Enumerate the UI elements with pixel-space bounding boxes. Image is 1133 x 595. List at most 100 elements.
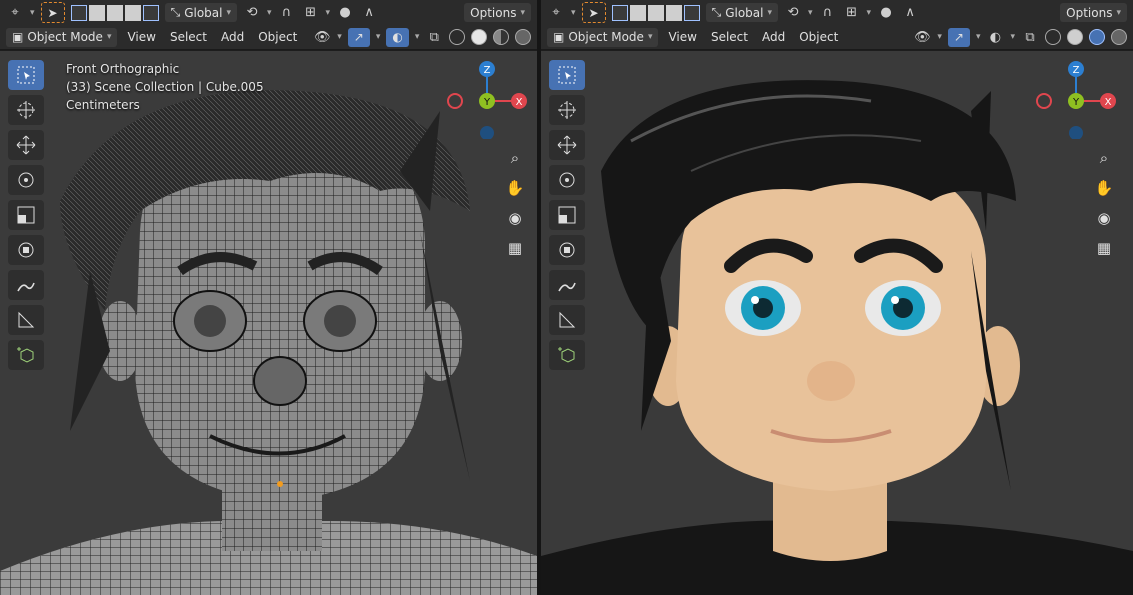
select-subtract-icon[interactable] [106, 4, 123, 21]
select-intersect-icon[interactable] [683, 4, 700, 21]
options-dropdown[interactable]: Options ▾ [1060, 3, 1127, 22]
transform-orientation-dropdown[interactable]: ⤡ Global ▾ [705, 3, 779, 22]
move-icon [16, 135, 36, 155]
options-dropdown[interactable]: Options ▾ [464, 3, 531, 22]
axis-neg-x-icon [447, 93, 463, 109]
gizmo-toggle-icon[interactable]: ↗ [347, 27, 370, 47]
shading-rendered-icon[interactable] [1111, 29, 1127, 45]
camera-icon[interactable]: ◉ [1093, 207, 1115, 229]
svg-text:Z: Z [1073, 65, 1080, 76]
orientation-icon: ⤡ [170, 5, 181, 19]
tool-add-cube[interactable] [549, 340, 585, 370]
shading-material-icon[interactable] [493, 29, 510, 45]
select-extend-icon[interactable] [88, 4, 105, 21]
viewport-header-top: ⌖ ▾ ➤ ⤡ Global ▾ ⟲ ▾ ∩ ⊞ ▾ ● ∧ Options ▾ [541, 0, 1133, 25]
select-new-icon[interactable] [611, 4, 628, 21]
viewport-3d-left[interactable]: Front Orthographic (33) Scene Collection… [0, 51, 537, 595]
falloff-icon[interactable]: ∧ [901, 4, 919, 22]
tool-rotate[interactable] [8, 165, 44, 195]
snap-icon[interactable]: ∩ [819, 4, 837, 22]
tool-scale[interactable] [549, 200, 585, 230]
menu-add[interactable]: Add [217, 30, 248, 44]
selection-mode-group[interactable] [611, 4, 700, 21]
tool-rotate[interactable] [549, 165, 585, 195]
overlay-toggle-icon[interactable]: ◐ [986, 28, 1004, 46]
navigation-gizmo[interactable]: Z X Y [442, 59, 532, 139]
menu-select[interactable]: Select [707, 30, 752, 44]
snap-increment-icon[interactable]: ⊞ [302, 4, 320, 22]
xray-icon[interactable]: ⧉ [425, 28, 443, 46]
svg-text:X: X [1105, 97, 1112, 108]
falloff-icon[interactable]: ∧ [360, 4, 378, 22]
select-extend-icon[interactable] [629, 4, 646, 21]
axis-neg-z-icon [480, 126, 494, 139]
tool-transform[interactable] [549, 235, 585, 265]
editor-type-icon[interactable]: ⌖ [6, 4, 24, 22]
select-new-icon[interactable] [70, 4, 87, 21]
navigation-gizmo[interactable]: Z X Y [1031, 59, 1121, 139]
viewport-3d-right[interactable]: Z X Y ⌕ ✋ ◉ ▦ [541, 51, 1133, 595]
transform-orientation-dropdown[interactable]: ⤡ Global ▾ [164, 3, 238, 22]
shading-rendered-icon[interactable] [515, 29, 532, 45]
tool-move[interactable] [549, 130, 585, 160]
tool-add-cube[interactable] [8, 340, 44, 370]
camera-icon[interactable]: ◉ [504, 207, 526, 229]
tool-cursor[interactable] [8, 95, 44, 125]
tool-transform[interactable] [8, 235, 44, 265]
menu-view[interactable]: View [664, 30, 700, 44]
visibility-icon[interactable]: 👁 [913, 28, 931, 46]
scale-icon [17, 206, 35, 224]
select-invert-icon[interactable] [665, 4, 682, 21]
proportional-edit-icon[interactable]: ● [877, 4, 895, 22]
zoom-icon[interactable]: ⌕ [1093, 147, 1115, 169]
select-box-icon [17, 66, 35, 84]
snap-icon[interactable]: ∩ [278, 4, 296, 22]
shading-material-icon[interactable] [1089, 29, 1105, 45]
overlay-toggle-icon[interactable]: ◐ [386, 27, 409, 47]
selection-mode-group[interactable] [70, 4, 159, 21]
shading-solid-icon[interactable] [471, 29, 488, 45]
tool-select-box[interactable] [549, 60, 585, 90]
select-intersect-icon[interactable] [142, 4, 159, 21]
visibility-icon[interactable]: 👁 [313, 28, 331, 46]
annotate-icon [17, 282, 35, 292]
menu-add[interactable]: Add [758, 30, 789, 44]
shading-solid-icon[interactable] [1067, 29, 1083, 45]
viewport-info-overlay: Front Orthographic (33) Scene Collection… [66, 60, 264, 114]
menu-object[interactable]: Object [254, 30, 301, 44]
grid-icon[interactable]: ▦ [1093, 237, 1115, 259]
menu-object[interactable]: Object [795, 30, 842, 44]
menu-select[interactable]: Select [166, 30, 211, 44]
shading-wireframe-icon[interactable] [449, 29, 466, 45]
mode-dropdown[interactable]: ▣ Object Mode ▾ [6, 27, 118, 47]
tool-scale[interactable] [8, 200, 44, 230]
gizmo-toggle-icon[interactable]: ↗ [947, 27, 970, 47]
pivot-icon[interactable]: ⟲ [784, 4, 802, 22]
menu-view[interactable]: View [123, 30, 159, 44]
tool-move[interactable] [8, 130, 44, 160]
measure-icon [18, 311, 35, 328]
svg-text:X: X [516, 97, 523, 108]
add-cube-icon [558, 347, 575, 363]
tool-annotate[interactable] [8, 270, 44, 300]
pan-hand-icon[interactable]: ✋ [1093, 177, 1115, 199]
tool-measure[interactable] [8, 305, 44, 335]
grid-icon[interactable]: ▦ [504, 237, 526, 259]
tool-select-box[interactable] [8, 60, 44, 90]
proportional-edit-icon[interactable]: ● [336, 4, 354, 22]
tool-annotate[interactable] [549, 270, 585, 300]
editor-type-icon[interactable]: ⌖ [547, 4, 565, 22]
select-tool-button[interactable]: ➤ [581, 2, 606, 23]
snap-increment-icon[interactable]: ⊞ [843, 4, 861, 22]
zoom-icon[interactable]: ⌕ [504, 147, 526, 169]
shading-wireframe-icon[interactable] [1045, 29, 1061, 45]
pivot-icon[interactable]: ⟲ [243, 4, 261, 22]
tool-cursor[interactable] [549, 95, 585, 125]
select-subtract-icon[interactable] [647, 4, 664, 21]
tool-measure[interactable] [549, 305, 585, 335]
select-invert-icon[interactable] [124, 4, 141, 21]
mode-dropdown[interactable]: ▣ Object Mode ▾ [547, 27, 659, 47]
xray-icon[interactable]: ⧉ [1021, 28, 1039, 46]
pan-hand-icon[interactable]: ✋ [504, 177, 526, 199]
select-tool-button[interactable]: ➤ [40, 2, 65, 23]
